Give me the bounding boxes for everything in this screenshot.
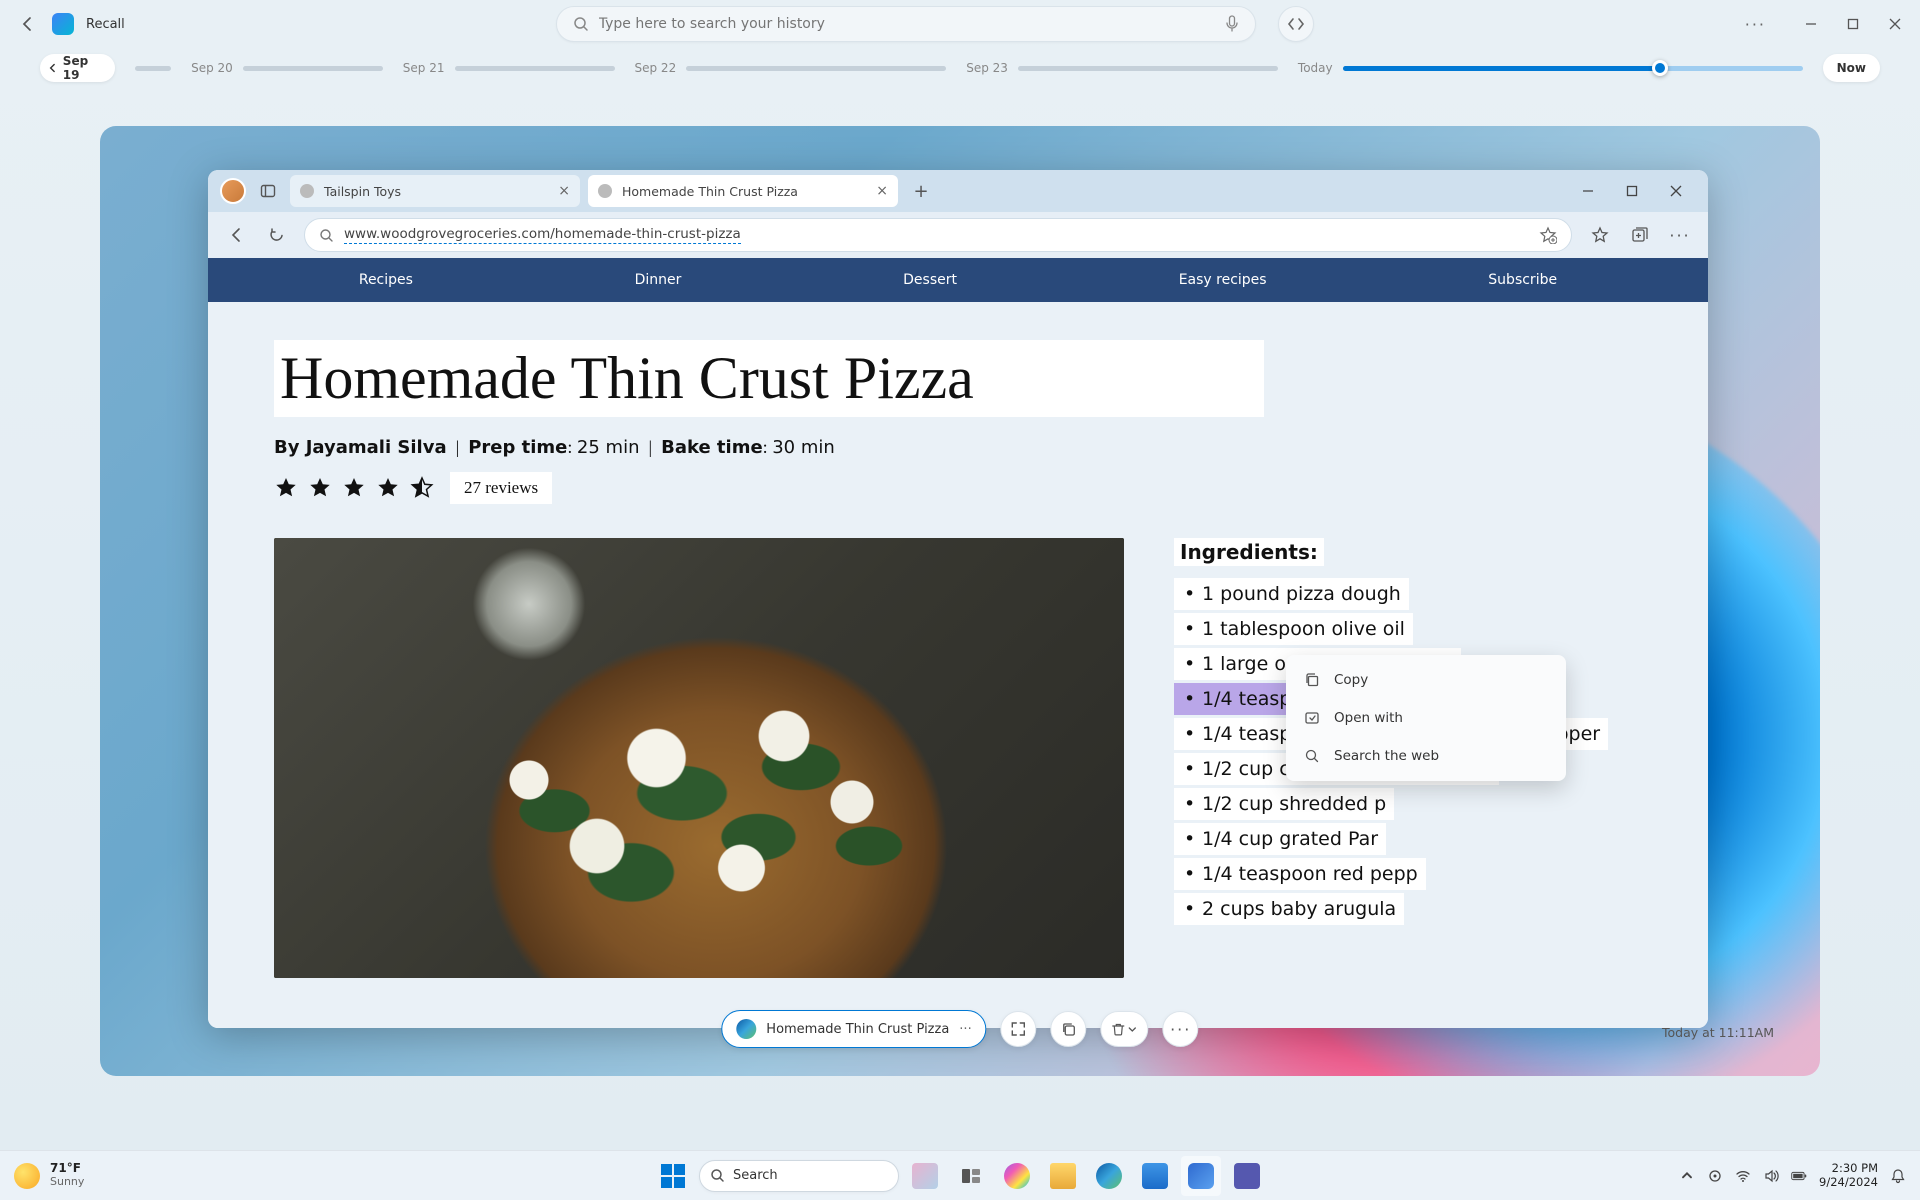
context-menu-copy[interactable]: Copy [1292, 661, 1560, 699]
collections-button[interactable] [1628, 223, 1652, 247]
history-search-input[interactable] [599, 16, 1215, 32]
favorites-button[interactable] [1588, 223, 1612, 247]
more-actions-button[interactable]: ··· [1163, 1011, 1199, 1047]
timeline-thumb[interactable] [1652, 60, 1668, 76]
review-count: 27 reviews [450, 472, 552, 504]
code-toggle-button[interactable] [1278, 6, 1314, 42]
timeline-day-label: Sep 21 [403, 61, 445, 75]
taskbar-edge[interactable] [1089, 1156, 1129, 1196]
taskbar-task-view[interactable] [951, 1156, 991, 1196]
recipe-title: Homemade Thin Crust Pizza [274, 340, 1264, 417]
volume-icon[interactable] [1763, 1168, 1779, 1184]
history-search-box[interactable] [556, 6, 1256, 42]
timeline-current-date-pill[interactable]: Sep 19 [40, 54, 115, 82]
browser-close-button[interactable] [1668, 183, 1684, 199]
nav-refresh-button[interactable] [264, 223, 288, 247]
rating-stars [274, 476, 434, 500]
favorite-star-icon[interactable] [1539, 226, 1557, 244]
recipe-byline: By Jayamali Silva | Prep time: 25 min | … [274, 437, 1642, 458]
mic-icon[interactable] [1225, 15, 1239, 33]
timeline-segment[interactable] [1018, 66, 1278, 71]
taskbar: 71°F Sunny Search 2:30 PM 9/24/2024 [0, 1150, 1920, 1200]
weather-widget[interactable]: 71°F Sunny [14, 1162, 84, 1188]
new-tab-button[interactable]: + [906, 176, 936, 206]
snapshot-timestamp: Today at 11:11AM [1662, 1025, 1774, 1040]
nav-link-subscribe[interactable]: Subscribe [1488, 272, 1557, 288]
edge-icon [736, 1019, 756, 1039]
taskbar-app-1[interactable] [905, 1156, 945, 1196]
taskbar-copilot[interactable] [997, 1156, 1037, 1196]
context-menu: Copy Open with Search the web [1286, 655, 1566, 781]
timeline-now-button[interactable]: Now [1823, 54, 1880, 82]
browser-maximize-button[interactable] [1624, 183, 1640, 199]
nav-link-easy[interactable]: Easy recipes [1179, 272, 1267, 288]
settings-more-button[interactable]: ··· [1668, 223, 1692, 247]
tab-close-icon[interactable]: × [558, 183, 570, 199]
browser-window: Tailspin Toys × Homemade Thin Crust Pizz… [208, 170, 1708, 1028]
ingredients-heading: Ingredients: [1174, 538, 1324, 566]
timeline-today-slider[interactable] [1343, 66, 1803, 71]
favicon-placeholder [598, 184, 612, 198]
taskbar-store[interactable] [1135, 1156, 1175, 1196]
favicon-placeholder [300, 184, 314, 198]
start-button[interactable] [653, 1156, 693, 1196]
browser-tab-inactive[interactable]: Tailspin Toys × [290, 175, 580, 207]
context-menu-search-web[interactable]: Search the web [1292, 737, 1560, 775]
browser-tab-active[interactable]: Homemade Thin Crust Pizza × [588, 175, 898, 207]
nav-link-dessert[interactable]: Dessert [903, 272, 957, 288]
timeline-day-label: Sep 20 [191, 61, 233, 75]
copy-snapshot-button[interactable] [1051, 1011, 1087, 1047]
tab-close-icon[interactable]: × [876, 183, 888, 199]
profile-avatar[interactable] [220, 178, 246, 204]
chip-more-icon[interactable]: ··· [959, 1022, 971, 1037]
minimize-button[interactable] [1802, 15, 1820, 33]
context-menu-open-with[interactable]: Open with [1292, 699, 1560, 737]
back-button[interactable] [16, 12, 40, 36]
ingredient-item[interactable]: 1 tablespoon olive oil [1174, 613, 1413, 645]
timeline-today-label: Today [1298, 61, 1333, 75]
nav-link-recipes[interactable]: Recipes [359, 272, 413, 288]
taskbar-clock[interactable]: 2:30 PM 9/24/2024 [1819, 1162, 1878, 1188]
fullscreen-button[interactable] [1001, 1011, 1037, 1047]
timeline-segment[interactable] [455, 66, 615, 71]
timeline-segment[interactable] [686, 66, 946, 71]
more-button[interactable]: ··· [1745, 15, 1766, 34]
app-title: Recall [86, 17, 125, 32]
site-nav: Recipes Dinner Dessert Easy recipes Subs… [208, 258, 1708, 302]
ingredient-item[interactable]: 1/4 cup grated Par [1174, 823, 1386, 855]
search-icon [319, 228, 334, 243]
tab-actions-button[interactable] [254, 177, 282, 205]
close-button[interactable] [1886, 15, 1904, 33]
nav-back-button[interactable] [224, 223, 248, 247]
snapshot-chip[interactable]: Homemade Thin Crust Pizza ··· [721, 1010, 986, 1048]
ingredient-item[interactable]: 1/2 cup shredded p [1174, 788, 1394, 820]
snapshot-card: Tailspin Toys × Homemade Thin Crust Pizz… [100, 126, 1820, 1076]
maximize-button[interactable] [1844, 15, 1862, 33]
url-text: www.woodgrovegroceries.com/homemade-thin… [344, 226, 741, 244]
notifications-icon[interactable] [1890, 1168, 1906, 1184]
timeline-segment[interactable] [135, 66, 171, 71]
recall-app-icon [52, 13, 74, 35]
battery-icon[interactable] [1791, 1168, 1807, 1184]
timeline-segment[interactable] [243, 66, 383, 71]
timeline-day-label: Sep 23 [966, 61, 1008, 75]
wifi-icon[interactable] [1735, 1168, 1751, 1184]
taskbar-app-2[interactable] [1181, 1156, 1221, 1196]
ingredient-item[interactable]: 2 cups baby arugula [1174, 893, 1404, 925]
taskbar-search[interactable]: Search [699, 1160, 899, 1192]
timeline-day-label: Sep 22 [635, 61, 677, 75]
ingredient-item[interactable]: 1 pound pizza dough [1174, 578, 1409, 610]
tray-chevron-icon[interactable] [1679, 1168, 1695, 1184]
sun-icon [14, 1163, 40, 1189]
taskbar-explorer[interactable] [1043, 1156, 1083, 1196]
delete-snapshot-button[interactable] [1101, 1011, 1149, 1047]
browser-minimize-button[interactable] [1580, 183, 1596, 199]
tray-app-icon[interactable] [1707, 1168, 1723, 1184]
nav-link-dinner[interactable]: Dinner [635, 272, 682, 288]
address-bar[interactable]: www.woodgrovegroceries.com/homemade-thin… [304, 218, 1572, 252]
taskbar-teams[interactable] [1227, 1156, 1267, 1196]
recipe-hero-image [274, 538, 1124, 978]
ingredient-item[interactable]: 1/4 teaspoon red pepp [1174, 858, 1426, 890]
